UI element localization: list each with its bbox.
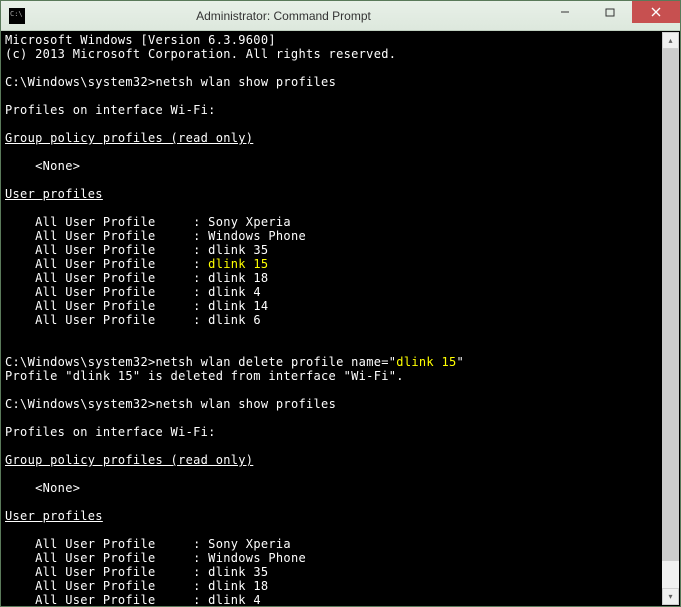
profile-label: All User Profile :: [5, 271, 208, 285]
command-input: netsh wlan show profiles: [156, 397, 337, 411]
close-icon: [651, 7, 661, 17]
profile-label: All User Profile :: [5, 579, 208, 593]
scroll-track[interactable]: [662, 49, 679, 588]
terminal-output[interactable]: Microsoft Windows [Version 6.3.9600] (c)…: [1, 31, 680, 606]
maximize-button[interactable]: [587, 1, 632, 23]
user-profiles-header: User profiles: [5, 509, 103, 523]
command-arg-highlighted: dlink 15: [396, 355, 456, 369]
profile-value: dlink 14: [208, 299, 268, 313]
profile-label: All User Profile :: [5, 299, 208, 313]
profile-value: dlink 35: [208, 565, 268, 579]
profile-label: All User Profile :: [5, 229, 208, 243]
app-icon: [9, 8, 25, 24]
profile-label: All User Profile :: [5, 215, 208, 229]
command-prompt-window: Administrator: Command Prompt Microsoft …: [0, 0, 681, 607]
minimize-button[interactable]: [542, 1, 587, 23]
profile-value-highlighted: dlink 15: [208, 257, 268, 271]
profile-value: dlink 35: [208, 243, 268, 257]
vertical-scrollbar[interactable]: ▴ ▾: [662, 32, 679, 605]
profile-value: dlink 4: [208, 285, 261, 299]
profiles-interface-header: Profiles on interface Wi-Fi:: [5, 425, 216, 439]
prompt: C:\Windows\system32>: [5, 355, 156, 369]
profile-value: dlink 6: [208, 313, 261, 327]
profile-label: All User Profile :: [5, 537, 208, 551]
minimize-icon: [560, 7, 570, 17]
user-profiles-header: User profiles: [5, 187, 103, 201]
profile-label: All User Profile :: [5, 243, 208, 257]
titlebar[interactable]: Administrator: Command Prompt: [1, 1, 680, 31]
profile-value: dlink 18: [208, 579, 268, 593]
none-entry: <None>: [5, 159, 80, 173]
scroll-down-button[interactable]: ▾: [662, 588, 679, 605]
prompt: C:\Windows\system32>: [5, 397, 156, 411]
group-policy-header: Group policy profiles (read only): [5, 131, 253, 145]
command-input: netsh wlan delete profile name=": [156, 355, 397, 369]
delete-result: Profile "dlink 15" is deleted from inter…: [5, 369, 404, 383]
profile-label: All User Profile :: [5, 551, 208, 565]
close-button[interactable]: [632, 1, 680, 23]
none-entry: <None>: [5, 481, 80, 495]
profile-value: Sony Xperia: [208, 215, 291, 229]
profile-label: All User Profile :: [5, 285, 208, 299]
profile-label: All User Profile :: [5, 257, 208, 271]
maximize-icon: [605, 7, 615, 17]
profile-value: Windows Phone: [208, 551, 306, 565]
window-title: Administrator: Command Prompt: [25, 9, 542, 23]
scroll-thumb[interactable]: [662, 49, 679, 561]
profile-value: dlink 4: [208, 593, 261, 606]
profile-label: All User Profile :: [5, 313, 208, 327]
scroll-up-button[interactable]: ▴: [662, 32, 679, 49]
command-input: netsh wlan show profiles: [156, 75, 337, 89]
profile-label: All User Profile :: [5, 565, 208, 579]
window-controls: [542, 1, 680, 30]
profile-value: Sony Xperia: [208, 537, 291, 551]
version-line: Microsoft Windows [Version 6.3.9600]: [5, 33, 276, 47]
prompt: C:\Windows\system32>: [5, 75, 156, 89]
profile-label: All User Profile :: [5, 593, 208, 606]
profiles-interface-header: Profiles on interface Wi-Fi:: [5, 103, 216, 117]
command-input: ": [457, 355, 465, 369]
profile-value: Windows Phone: [208, 229, 306, 243]
group-policy-header: Group policy profiles (read only): [5, 453, 253, 467]
profile-value: dlink 18: [208, 271, 268, 285]
copyright-line: (c) 2013 Microsoft Corporation. All righ…: [5, 47, 396, 61]
